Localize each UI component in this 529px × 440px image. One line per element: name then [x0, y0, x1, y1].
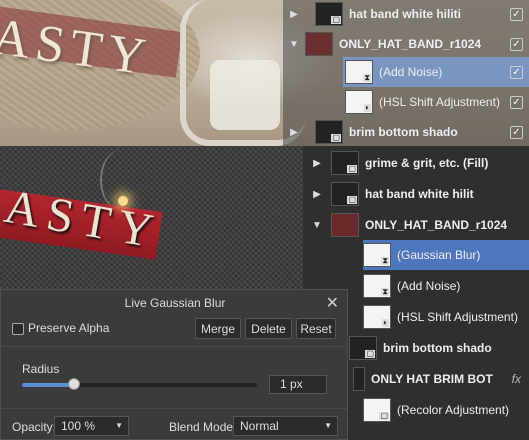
layer-thumbnail — [331, 213, 359, 237]
layer-name: (Add Noise) — [379, 65, 443, 79]
layer-thumbnail — [353, 367, 365, 391]
merge-button[interactable]: Merge — [195, 318, 241, 339]
fx-icon[interactable]: fx — [512, 372, 521, 386]
layer-thumbnail — [305, 32, 333, 56]
layer-name: ONLY HAT BRIM BOT — [371, 372, 493, 386]
visibility-checkbox[interactable]: ✓ — [510, 125, 523, 139]
blend-mode-dropdown[interactable]: Normal ▼ — [233, 416, 338, 436]
dropdown-caret-icon: ▼ — [324, 421, 332, 430]
divider — [1, 408, 347, 409]
layer-thumbnail: ▢ — [331, 151, 359, 175]
divider — [1, 346, 347, 347]
opacity-label: Opacity: — [12, 420, 57, 434]
layer-thumbnail: ⧗ — [345, 60, 373, 84]
layer-thumbnail: ◐ — [363, 305, 391, 329]
radius-slider-handle[interactable] — [68, 378, 80, 390]
layer-row[interactable]: ▢ (Recolor Adjustment) — [363, 395, 529, 425]
layer-name: (Add Noise) — [397, 279, 461, 293]
blend-mode-label: Blend Mode: — [169, 420, 237, 434]
helmet-image — [210, 60, 280, 130]
visibility-checkbox[interactable]: ✓ — [510, 95, 523, 109]
expand-arrow-icon[interactable]: ▶ — [283, 127, 305, 138]
layer-name: (Gaussian Blur) — [397, 248, 481, 262]
sparkle-highlight — [118, 196, 128, 206]
layer-name: ONLY_HAT_BAND_r1024 — [365, 218, 508, 232]
layer-row[interactable]: ⧗ (Add Noise) — [363, 271, 529, 301]
layer-name: hat band white hiliti — [349, 7, 461, 21]
expand-arrow-icon[interactable]: ▶ — [283, 9, 305, 20]
close-icon[interactable]: ✕ — [326, 293, 339, 313]
layer-name: (HSL Shift Adjustment) — [397, 310, 518, 324]
layer-row[interactable]: ▶ ▢ hat band white hiliti ✓ — [283, 0, 529, 29]
layer-thumbnail: ▢ — [349, 336, 377, 360]
visibility-checkbox[interactable]: ✓ — [510, 37, 523, 51]
layer-thumbnail: ◐ — [345, 90, 373, 114]
preserve-alpha-label: Preserve Alpha — [28, 321, 110, 335]
visibility-checkbox[interactable]: ✓ — [510, 7, 523, 21]
expand-arrow-icon[interactable]: ▶ — [303, 158, 331, 169]
layer-thumbnail: ▢ — [315, 120, 343, 144]
expand-arrow-icon[interactable]: ▶ — [303, 189, 331, 200]
layer-name: hat band white hilit — [365, 187, 474, 201]
layer-row[interactable]: ◐ (HSL Shift Adjustment) — [363, 302, 529, 332]
opacity-value: 100 % — [61, 419, 96, 433]
layer-row-selected[interactable]: ⧗ (Add Noise) ✓ — [343, 57, 529, 87]
layer-name: brim bottom shado — [349, 125, 458, 139]
opacity-dropdown[interactable]: 100 % ▼ — [54, 416, 129, 436]
preserve-alpha-checkbox[interactable] — [12, 323, 24, 335]
layer-name: (Recolor Adjustment) — [397, 403, 510, 417]
collapse-arrow-icon[interactable]: ▼ — [283, 39, 305, 50]
delete-button[interactable]: Delete — [245, 318, 292, 339]
layer-row[interactable]: ▶ ▢ brim bottom shado ✓ — [283, 117, 529, 147]
layer-name: grime & grit, etc. (Fill) — [365, 156, 489, 170]
blend-mode-value: Normal — [240, 419, 279, 433]
visibility-checkbox[interactable]: ✓ — [510, 65, 523, 79]
layer-row[interactable]: ▶ ▢ hat band white hilit — [303, 179, 529, 209]
radius-label: Radius — [22, 362, 60, 376]
radius-slider-fill — [22, 383, 74, 387]
layer-thumbnail: ▢ — [363, 398, 391, 422]
layer-row[interactable]: ◐ (HSL Shift Adjustment) ✓ — [343, 87, 529, 117]
layer-thumbnail: ⧗ — [363, 274, 391, 298]
dialog-title: Live Gaussian Blur — [124, 296, 226, 310]
reset-button[interactable]: Reset — [296, 318, 336, 339]
live-gaussian-blur-dialog: Live Gaussian Blur ✕ Preserve Alpha Merg… — [0, 289, 348, 440]
layer-thumbnail: ⧗ — [363, 243, 391, 267]
layer-thumbnail: ▢ — [315, 2, 343, 26]
layers-panel-top: ▶ ▢ hat band white hiliti ✓ ▼ ONLY_HAT_B… — [283, 0, 529, 146]
layer-row[interactable]: ONLY HAT BRIM BOT fx — [353, 364, 529, 394]
layer-row-selected[interactable]: ⧗ (Gaussian Blur) — [363, 240, 529, 270]
layer-name: brim bottom shado — [383, 341, 492, 355]
layer-name: ONLY_HAT_BAND_r1024 — [339, 37, 482, 51]
layer-row[interactable]: ▼ ONLY_HAT_BAND_r1024 — [303, 210, 529, 240]
layer-thumbnail: ▢ — [331, 182, 359, 206]
layer-row[interactable]: ▼ ONLY_HAT_BAND_r1024 ✓ — [283, 29, 529, 59]
layer-name: (HSL Shift Adjustment) — [379, 95, 500, 109]
radius-value-field[interactable]: 1 px — [269, 375, 327, 394]
collapse-arrow-icon[interactable]: ▼ — [303, 220, 331, 231]
dropdown-caret-icon: ▼ — [115, 421, 123, 430]
layer-row[interactable]: ▶ ▢ grime & grit, etc. (Fill) — [303, 148, 529, 178]
